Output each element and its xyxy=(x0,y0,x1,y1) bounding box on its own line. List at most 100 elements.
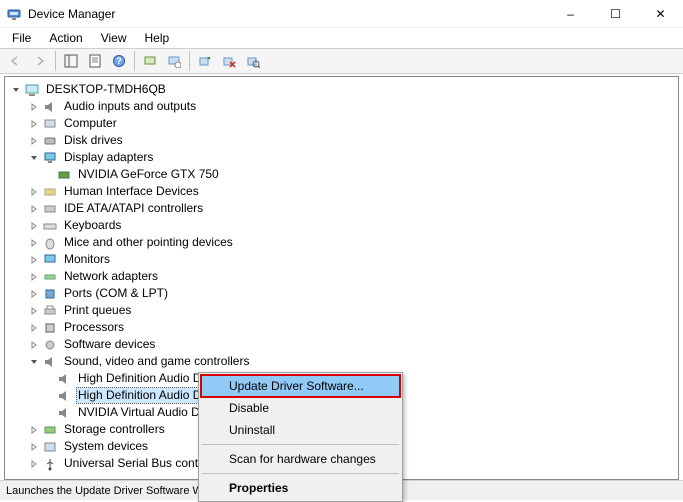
context-uninstall[interactable]: Uninstall xyxy=(201,419,400,441)
gear-icon xyxy=(42,337,58,353)
tree-label: NVIDIA GeForce GTX 750 xyxy=(76,167,221,181)
expand-icon[interactable] xyxy=(27,236,41,250)
context-sep xyxy=(202,473,399,474)
menu-view[interactable]: View xyxy=(93,29,135,47)
monitor-icon xyxy=(42,150,58,166)
tree-item-audio-io[interactable]: Audio inputs and outputs xyxy=(7,98,676,115)
context-properties[interactable]: Properties xyxy=(201,477,400,499)
tree-label: Network adapters xyxy=(62,269,160,283)
expand-icon[interactable] xyxy=(27,321,41,335)
speaker-icon xyxy=(42,354,58,370)
tree-item-display[interactable]: Display adapters xyxy=(7,149,676,166)
context-scan[interactable]: Scan for hardware changes xyxy=(201,448,400,470)
printer-icon xyxy=(42,303,58,319)
tree-item-disk[interactable]: Disk drives xyxy=(7,132,676,149)
collapse-icon[interactable] xyxy=(27,151,41,165)
tree-item-software[interactable]: Software devices xyxy=(7,336,676,353)
speaker-icon xyxy=(56,388,72,404)
context-menu: Update Driver Software... Disable Uninst… xyxy=(198,372,403,502)
speaker-icon xyxy=(42,99,58,115)
tree-item-printq[interactable]: Print queues xyxy=(7,302,676,319)
expand-icon[interactable] xyxy=(27,253,41,267)
collapse-icon[interactable] xyxy=(9,83,23,97)
speaker-icon xyxy=(56,371,72,387)
maximize-button[interactable]: ☐ xyxy=(593,0,638,28)
expand-icon[interactable] xyxy=(27,219,41,233)
tree-item-hid[interactable]: Human Interface Devices xyxy=(7,183,676,200)
toolbar-icon-2[interactable] xyxy=(162,50,186,72)
close-button[interactable]: ✕ xyxy=(638,0,683,28)
menu-file[interactable]: File xyxy=(4,29,39,47)
tree-label: Ports (COM & LPT) xyxy=(62,286,170,300)
context-sep xyxy=(202,444,399,445)
show-hide-tree-button[interactable] xyxy=(59,50,83,72)
context-disable[interactable]: Disable xyxy=(201,397,400,419)
expand-icon[interactable] xyxy=(27,440,41,454)
collapse-icon[interactable] xyxy=(27,355,41,369)
properties-button[interactable] xyxy=(83,50,107,72)
tree-item-mice[interactable]: Mice and other pointing devices xyxy=(7,234,676,251)
expand-icon[interactable] xyxy=(27,100,41,114)
expand-icon[interactable] xyxy=(27,423,41,437)
help-button[interactable]: ? xyxy=(107,50,131,72)
tree-label: Processors xyxy=(62,320,126,334)
keyboard-icon xyxy=(42,218,58,234)
forward-button[interactable] xyxy=(28,50,52,72)
expand-icon[interactable] xyxy=(27,117,41,131)
monitor-icon xyxy=(42,252,58,268)
cpu-icon xyxy=(42,320,58,336)
titlebar: Device Manager – ☐ ✕ xyxy=(0,0,683,28)
port-icon xyxy=(42,286,58,302)
expand-icon[interactable] xyxy=(27,304,41,318)
uninstall-button[interactable] xyxy=(217,50,241,72)
tree-item-display-child[interactable]: NVIDIA GeForce GTX 750 xyxy=(7,166,676,183)
tree-item-processors[interactable]: Processors xyxy=(7,319,676,336)
tree-label: Print queues xyxy=(62,303,133,317)
tree-label: Mice and other pointing devices xyxy=(62,235,235,249)
tree-label: Monitors xyxy=(62,252,112,266)
minimize-button[interactable]: – xyxy=(548,0,593,28)
expand-icon[interactable] xyxy=(27,457,41,471)
scan-button[interactable] xyxy=(241,50,265,72)
computer-icon xyxy=(24,82,40,98)
ide-icon xyxy=(42,201,58,217)
tree-label: Storage controllers xyxy=(62,422,167,436)
tree-label: DESKTOP-TMDH6QB xyxy=(44,82,168,96)
expand-icon[interactable] xyxy=(27,185,41,199)
tree-label: Keyboards xyxy=(62,218,123,232)
menubar: File Action View Help xyxy=(0,28,683,48)
app-icon xyxy=(6,6,22,22)
expand-icon[interactable] xyxy=(27,202,41,216)
back-button[interactable] xyxy=(4,50,28,72)
expand-icon[interactable] xyxy=(27,270,41,284)
usb-icon xyxy=(42,456,58,472)
tree-item-computer[interactable]: Computer xyxy=(7,115,676,132)
tree-label: Software devices xyxy=(62,337,157,351)
tree-root[interactable]: DESKTOP-TMDH6QB xyxy=(7,81,676,98)
tree-item-ide[interactable]: IDE ATA/ATAPI controllers xyxy=(7,200,676,217)
context-update-driver[interactable]: Update Driver Software... xyxy=(201,375,400,397)
expand-icon[interactable] xyxy=(27,134,41,148)
tree-label: Audio inputs and outputs xyxy=(62,99,198,113)
tree-item-keyboards[interactable]: Keyboards xyxy=(7,217,676,234)
mouse-icon xyxy=(42,235,58,251)
expand-icon[interactable] xyxy=(27,287,41,301)
tree-item-monitors[interactable]: Monitors xyxy=(7,251,676,268)
tree-item-network[interactable]: Network adapters xyxy=(7,268,676,285)
tree-label: Computer xyxy=(62,116,119,130)
tree-label: Human Interface Devices xyxy=(62,184,201,198)
update-driver-button[interactable] xyxy=(193,50,217,72)
toolbar-icon-1[interactable] xyxy=(138,50,162,72)
hid-icon xyxy=(42,184,58,200)
speaker-icon xyxy=(56,405,72,421)
menu-help[interactable]: Help xyxy=(137,29,178,47)
window-title: Device Manager xyxy=(28,7,548,21)
menu-action[interactable]: Action xyxy=(41,29,90,47)
tree-label: Display adapters xyxy=(62,150,155,164)
gpu-icon xyxy=(56,167,72,183)
network-icon xyxy=(42,269,58,285)
tree-item-sound[interactable]: Sound, video and game controllers xyxy=(7,353,676,370)
tree-label: Sound, video and game controllers xyxy=(62,354,251,368)
expand-icon[interactable] xyxy=(27,338,41,352)
tree-item-ports[interactable]: Ports (COM & LPT) xyxy=(7,285,676,302)
